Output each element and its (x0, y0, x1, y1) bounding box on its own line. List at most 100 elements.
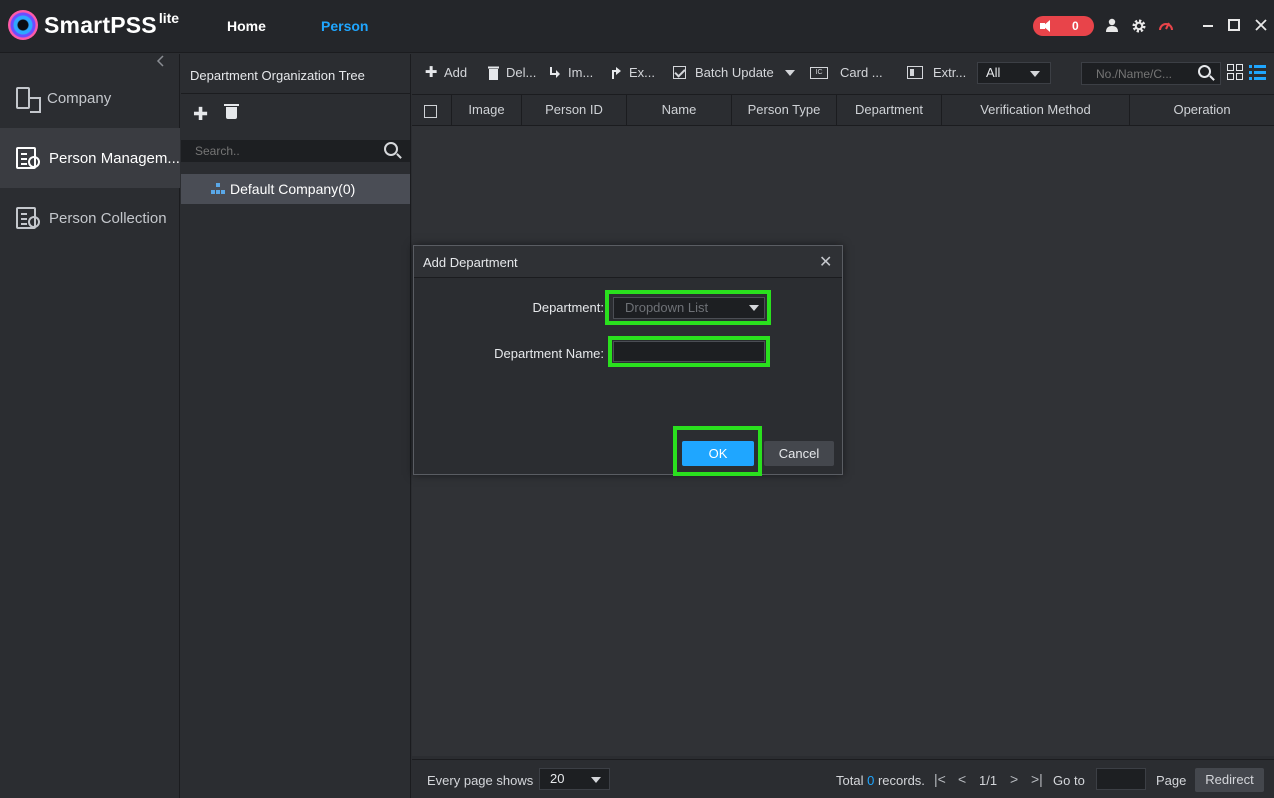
import-label: Im... (568, 65, 594, 80)
pagination-footer: Every page shows 20 Total 0 records. |< … (412, 759, 1274, 798)
column-header-operation[interactable]: Operation (1130, 95, 1274, 125)
delete-label: Del... (506, 65, 537, 80)
filter-value: All (986, 65, 1001, 80)
first-page-icon[interactable]: |< (934, 771, 946, 787)
department-placeholder: Dropdown List (625, 300, 709, 315)
department-name-label: Department Name: (494, 346, 604, 361)
list-view-icon[interactable] (1249, 64, 1266, 81)
chevron-down-icon (784, 69, 795, 76)
extract-icon (907, 66, 923, 79)
trash-icon (486, 66, 500, 80)
checkbox-icon (673, 66, 686, 79)
user-icon[interactable] (1104, 18, 1120, 34)
sidebar-item-person-management[interactable]: Person Managem... (0, 128, 180, 188)
page-indicator: 1/1 (979, 773, 998, 788)
last-page-icon[interactable]: >| (1031, 771, 1043, 787)
column-header-person-type[interactable]: Person Type (732, 95, 837, 125)
alarm-badge[interactable]: 0 (1033, 16, 1094, 36)
delete-button[interactable]: Del... (486, 65, 536, 80)
total-count: 0 (867, 773, 875, 788)
export-label: Ex... (629, 65, 656, 80)
tree-search-input[interactable] (181, 140, 410, 162)
app-name: SmartPSS (44, 12, 157, 38)
export-button[interactable]: Ex... (609, 65, 655, 80)
column-header-name[interactable]: Name (627, 95, 732, 125)
export-arrow-icon (609, 66, 623, 80)
dialog-header: Add Department ✕ (414, 246, 842, 278)
maximize-icon[interactable] (1226, 18, 1242, 34)
speaker-icon (1040, 19, 1054, 33)
add-button[interactable]: ✚ Add (424, 63, 467, 81)
close-icon[interactable]: ✕ (819, 252, 832, 272)
dialog-title: Add Department (423, 255, 518, 270)
plus-icon: ✚ (424, 63, 438, 81)
department-name-input[interactable] (613, 341, 765, 362)
goto-page-input[interactable] (1096, 768, 1146, 790)
redirect-button[interactable]: Redirect (1195, 768, 1264, 792)
delete-department-icon[interactable] (224, 104, 239, 119)
tree-node-default-company[interactable]: Default Company(0) (181, 174, 410, 204)
column-header-image[interactable]: Image (452, 95, 522, 125)
logo-icon (8, 10, 38, 40)
ic-card-icon: IC (810, 66, 828, 79)
chevron-down-icon (749, 305, 759, 311)
building-icon (16, 87, 41, 113)
page-size-label: Every page shows (427, 773, 534, 788)
previous-page-icon[interactable]: < (958, 771, 966, 787)
left-sidebar: Company Person Managem... Person Collect… (0, 54, 180, 798)
chevron-down-icon (591, 777, 601, 783)
column-header-person-id[interactable]: Person ID (522, 95, 627, 125)
card-button[interactable]: IC Card ... (810, 65, 883, 80)
extract-label: Extr... (933, 65, 967, 80)
card-label: Card ... (840, 65, 883, 80)
minimize-icon[interactable] (1200, 18, 1216, 34)
org-chart-icon (211, 183, 225, 195)
page-size-select[interactable]: 20 (539, 768, 610, 790)
chevron-down-icon (1030, 71, 1040, 77)
cancel-button[interactable]: Cancel (764, 441, 834, 466)
total-suffix: records. (877, 773, 925, 788)
import-arrow-icon (548, 66, 562, 80)
gear-icon[interactable] (1131, 18, 1147, 34)
department-dropdown[interactable]: Dropdown List (613, 297, 765, 319)
select-all-checkbox[interactable] (412, 95, 452, 125)
page-label: Page (1156, 773, 1187, 788)
department-label: Department: (532, 300, 604, 315)
sidebar-item-label: Person Collection (49, 209, 167, 227)
table-header: Image Person ID Name Person Type Departm… (412, 94, 1274, 126)
ok-button[interactable]: OK (682, 441, 754, 466)
person-collection-icon (16, 207, 40, 229)
department-tree-panel: Department Organization Tree ✚ Default C… (181, 54, 411, 798)
next-page-icon[interactable]: > (1010, 771, 1018, 787)
search-icon[interactable] (384, 142, 398, 156)
tree-title: Department Organization Tree (190, 68, 365, 83)
tab-home[interactable]: Home (227, 18, 266, 34)
add-department-dialog: Add Department ✕ Department: Dropdown Li… (413, 245, 843, 476)
goto-label: Go to (1053, 773, 1085, 788)
top-bar: SmartPSS lite Home Person 0 (0, 0, 1274, 53)
tab-person[interactable]: Person (321, 18, 368, 34)
alarm-count: 0 (1072, 19, 1079, 33)
import-button[interactable]: Im... (548, 65, 593, 80)
sidebar-item-company[interactable]: Company (0, 68, 180, 128)
app-logo: SmartPSS lite (8, 10, 179, 40)
sidebar-item-label: Company (47, 89, 112, 107)
app-edition: lite (158, 10, 180, 26)
total-prefix: Total (836, 773, 864, 788)
extract-button[interactable]: Extr... (907, 65, 966, 80)
person-filter-select[interactable]: All (977, 62, 1051, 84)
performance-gauge-icon[interactable] (1158, 18, 1174, 34)
tree-node-label: Default Company(0) (230, 181, 356, 197)
close-window-icon[interactable] (1253, 18, 1269, 34)
column-header-verification-method[interactable]: Verification Method (942, 95, 1130, 125)
column-header-department[interactable]: Department (837, 95, 942, 125)
sidebar-item-label: Person Managem... (49, 149, 180, 167)
batch-update-dropdown[interactable]: Batch Update (673, 65, 795, 80)
search-icon[interactable] (1198, 65, 1211, 78)
grid-view-icon[interactable] (1227, 64, 1244, 81)
sidebar-item-person-collection[interactable]: Person Collection (0, 188, 180, 248)
divider (181, 93, 411, 94)
page-size-value: 20 (550, 771, 565, 786)
person-card-icon (16, 147, 40, 169)
add-department-icon[interactable]: ✚ (193, 104, 208, 125)
